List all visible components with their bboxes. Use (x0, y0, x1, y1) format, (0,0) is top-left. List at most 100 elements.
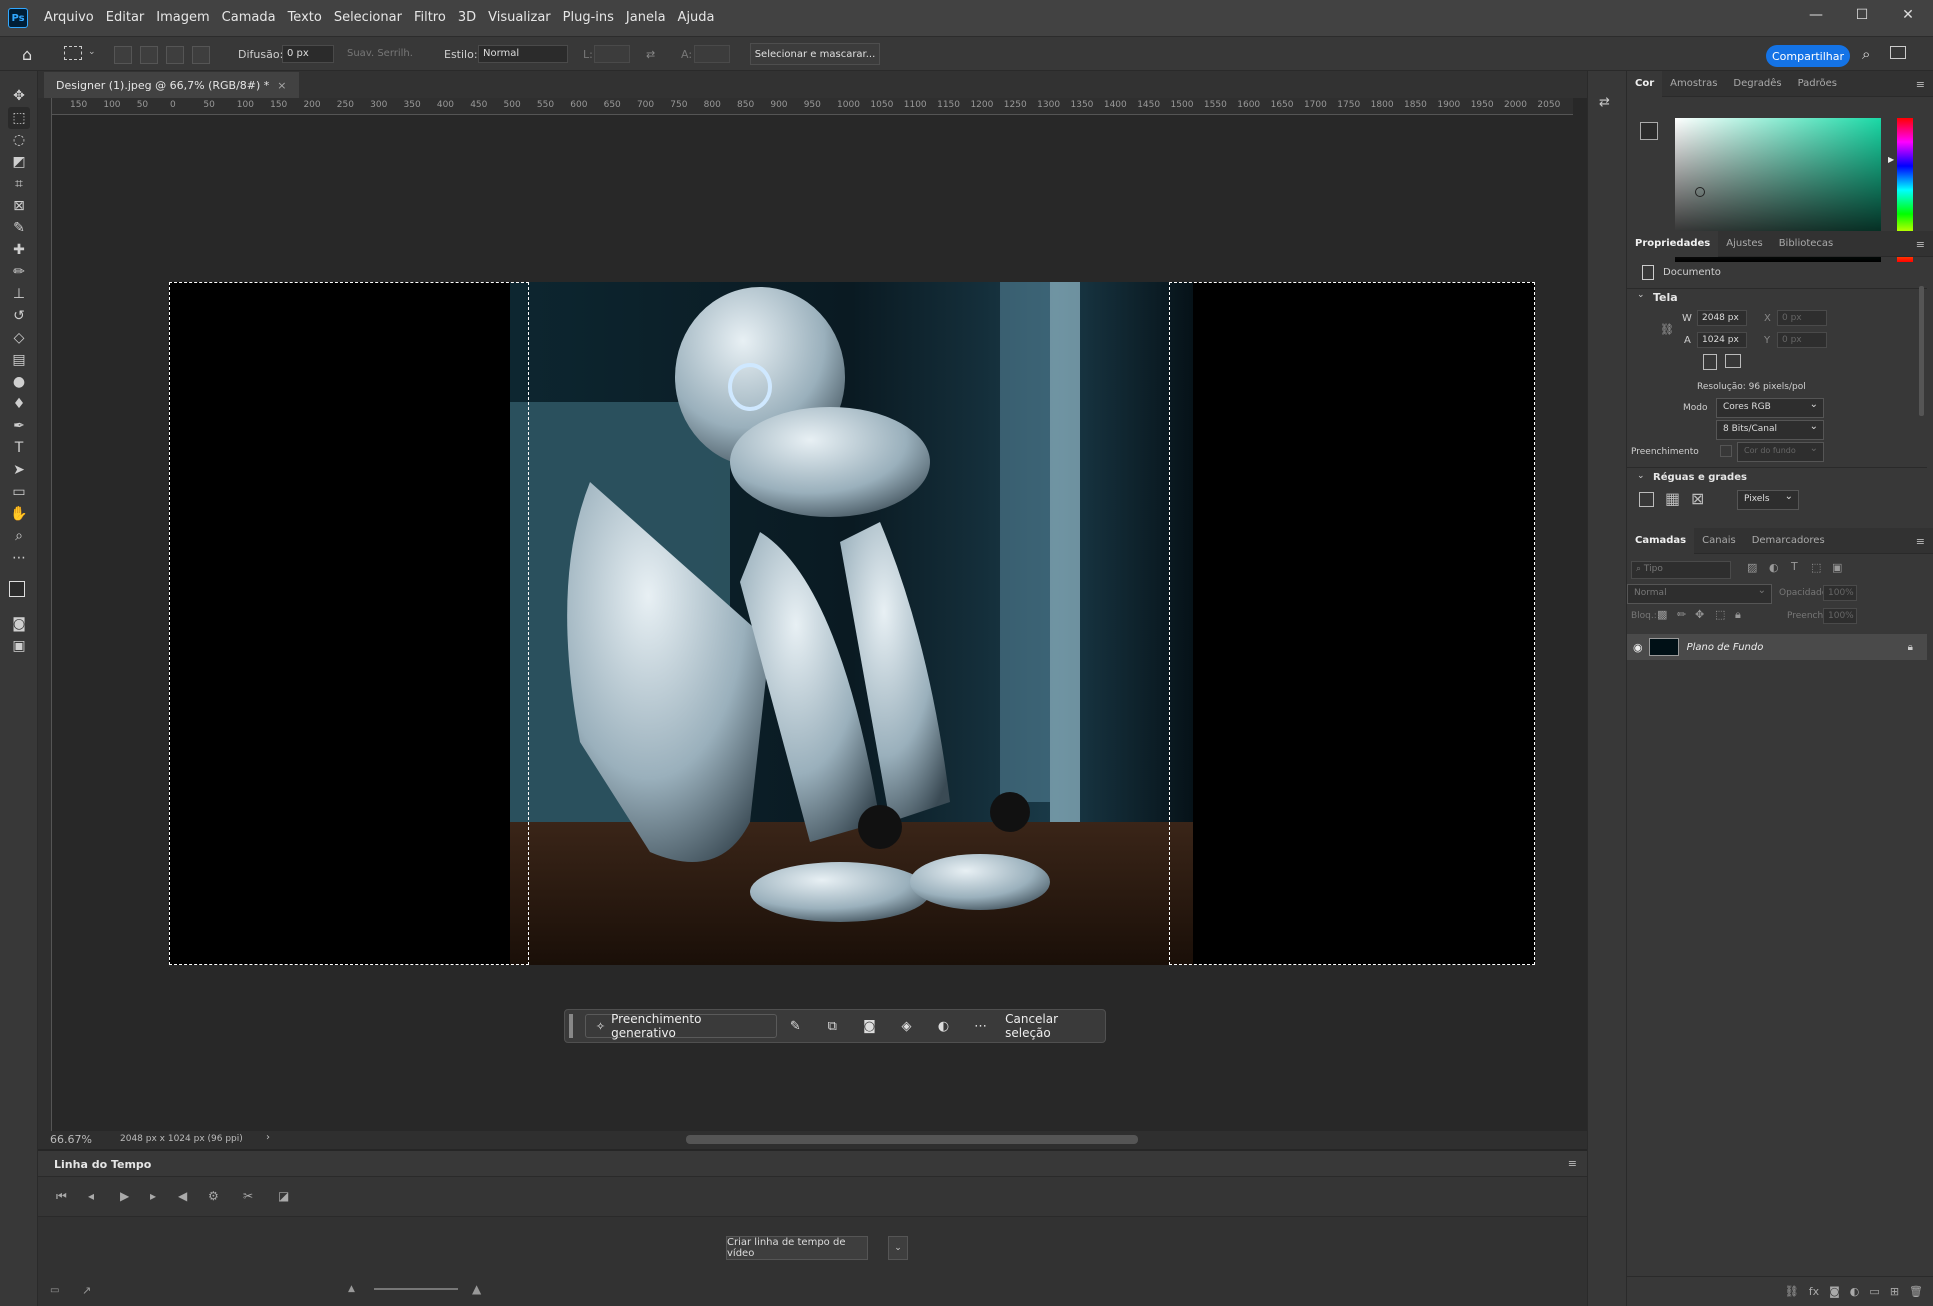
home-icon[interactable]: ⌂ (22, 45, 32, 64)
lasso-tool-icon[interactable]: ◌ (8, 129, 30, 151)
landscape-icon[interactable] (1725, 354, 1741, 368)
lock-pixels-icon[interactable]: ▩ (1657, 608, 1667, 621)
pixel-filter-icon[interactable]: ▨ (1747, 561, 1757, 574)
intersect-selection-icon[interactable] (192, 46, 210, 64)
subtract-selection-icon[interactable] (166, 46, 184, 64)
feather-input[interactable]: 0 px (282, 45, 334, 63)
menu-arquivo[interactable]: Arquivo (38, 0, 100, 36)
layer-name[interactable]: Plano de Fundo (1687, 642, 1764, 653)
search-icon[interactable]: ⌕ (1862, 45, 1870, 63)
chevron-down-icon[interactable]: ⌄ (888, 1236, 908, 1260)
units-select[interactable]: Pixels (1737, 490, 1799, 510)
eyedropper-tool-icon[interactable]: ✎ (8, 217, 30, 239)
fx-icon[interactable]: fx (1809, 1285, 1819, 1298)
blur-tool-icon[interactable]: ● (8, 371, 30, 393)
menu-plugins[interactable]: Plug-ins (557, 0, 620, 36)
lock-artboard-icon[interactable]: ⬚ (1715, 608, 1725, 621)
tab-propriedades[interactable]: Propriedades (1627, 230, 1719, 257)
antialias-checkbox[interactable]: Suav. Serrilh. (347, 48, 413, 59)
brush-tool-icon[interactable]: ✏ (8, 261, 30, 283)
link-layers-icon[interactable]: ⛓ (1785, 1285, 1799, 1298)
rulers-section-header[interactable]: Réguas e grades (1653, 472, 1747, 483)
stamp-tool-icon[interactable]: ⊥ (8, 283, 30, 305)
mode-select[interactable]: Cores RGB (1716, 398, 1824, 418)
guides-icon[interactable]: ⊠ (1691, 489, 1704, 508)
hue-marker-icon[interactable]: ▶ (1888, 155, 1894, 164)
menu-3d[interactable]: 3D (452, 0, 482, 36)
fill-icon[interactable]: ◈ (888, 1019, 925, 1034)
add-selection-icon[interactable] (140, 46, 158, 64)
eraser-tool-icon[interactable]: ◇ (8, 327, 30, 349)
menu-texto[interactable]: Texto (282, 0, 328, 36)
canvas-section-header[interactable]: Tela (1653, 291, 1678, 304)
type-tool-icon[interactable]: T (8, 437, 30, 459)
rectangle-tool-icon[interactable]: ▭ (8, 481, 30, 503)
hand-tool-icon[interactable]: ✋ (8, 503, 30, 525)
eye-icon[interactable]: ◉ (1633, 641, 1643, 654)
opacity-field[interactable]: 100% (1823, 585, 1857, 601)
zoom-tool-icon[interactable]: ⌕ (8, 525, 30, 547)
gradient-tool-icon[interactable]: ▤ (8, 349, 30, 371)
smart-filter-icon[interactable]: ▣ (1832, 561, 1842, 574)
tab-cor[interactable]: Cor (1627, 70, 1663, 97)
grid-icon[interactable]: ▦ (1665, 489, 1680, 508)
height-field[interactable]: 1024 px (1697, 332, 1747, 348)
menu-camada[interactable]: Camada (216, 0, 282, 36)
play-icon[interactable]: ▶ (120, 1189, 129, 1203)
panel-menu-icon[interactable]: ≡ (1916, 78, 1925, 91)
menu-filtro[interactable]: Filtro (408, 0, 452, 36)
blend-mode-select[interactable]: Normal (1627, 584, 1772, 604)
adjustment-icon[interactable]: ◐ (925, 1019, 962, 1034)
color-picker-cursor[interactable] (1695, 187, 1705, 197)
invert-selection-icon[interactable]: ⧉ (814, 1019, 851, 1034)
lock-all-icon[interactable]: 🔒︎ (1735, 608, 1741, 622)
dodge-tool-icon[interactable]: ♦ (8, 393, 30, 415)
drag-handle[interactable] (569, 1014, 573, 1038)
transition-icon[interactable]: ◪ (278, 1189, 289, 1203)
menu-imagem[interactable]: Imagem (150, 0, 215, 36)
close-window-button[interactable]: ✕ (1885, 0, 1931, 30)
new-selection-icon[interactable] (114, 46, 132, 64)
pen-tool-icon[interactable]: ✒ (8, 415, 30, 437)
style-select[interactable]: Normal (478, 45, 568, 63)
tab-bibliotecas[interactable]: Bibliotecas (1771, 231, 1842, 257)
y-field[interactable]: 0 px (1777, 332, 1827, 348)
menu-selecionar[interactable]: Selecionar (328, 0, 408, 36)
panel-menu-icon[interactable]: ≡ (1568, 1157, 1577, 1170)
swap-icon[interactable]: ⇄ (646, 48, 655, 61)
next-frame-icon[interactable]: ▸ (150, 1189, 156, 1203)
chevron-right-icon[interactable]: › (266, 1132, 270, 1143)
workspace-icon[interactable] (1890, 46, 1906, 59)
more-tools-icon[interactable]: ⋯ (8, 547, 30, 569)
more-options-icon[interactable]: ⋯ (962, 1019, 999, 1034)
height-input[interactable] (694, 45, 730, 63)
history-panel-icon[interactable]: ⇄ (1599, 95, 1610, 110)
marquee-tool-icon[interactable]: ⬚ (8, 107, 30, 129)
quick-mask-icon[interactable]: ◙ (8, 613, 30, 635)
tab-camadas[interactable]: Camadas (1627, 527, 1695, 554)
x-field[interactable]: 0 px (1777, 310, 1827, 326)
mask-icon[interactable]: ◙ (851, 1019, 888, 1034)
layer-filter-search[interactable]: ⌕ Tipo (1631, 561, 1731, 579)
marquee-preset-icon[interactable] (64, 46, 82, 60)
cancel-selection-button[interactable]: Cancelar seleção (1005, 1012, 1105, 1040)
menu-ajuda[interactable]: Ajuda (672, 0, 721, 36)
tab-canais[interactable]: Canais (1694, 528, 1744, 554)
adjustment-layer-icon[interactable]: ◐ (1850, 1285, 1860, 1298)
shape-filter-icon[interactable]: ⬚ (1811, 561, 1821, 574)
object-select-tool-icon[interactable]: ◩ (8, 151, 30, 173)
timeline-zoom-slider[interactable] (374, 1288, 458, 1290)
horizontal-scrollbar[interactable] (686, 1135, 1138, 1144)
width-input[interactable] (594, 45, 630, 63)
zoom-out-icon[interactable]: ▲ (348, 1284, 355, 1294)
audio-icon[interactable]: ◀ (178, 1189, 187, 1203)
type-filter-icon[interactable]: T (1791, 560, 1798, 573)
convert-icon[interactable]: ↗ (82, 1284, 91, 1297)
layer-lock-icon[interactable]: 🔒︎ (1908, 642, 1913, 653)
close-tab-icon[interactable]: × (277, 79, 286, 92)
trash-icon[interactable]: 🗑︎ (1909, 1285, 1923, 1298)
link-icon[interactable]: ⛓ (1660, 323, 1674, 336)
bits-select[interactable]: 8 Bits/Canal (1716, 420, 1824, 440)
tab-ajustes[interactable]: Ajustes (1718, 231, 1770, 257)
foreground-color-swatch[interactable] (9, 581, 25, 597)
